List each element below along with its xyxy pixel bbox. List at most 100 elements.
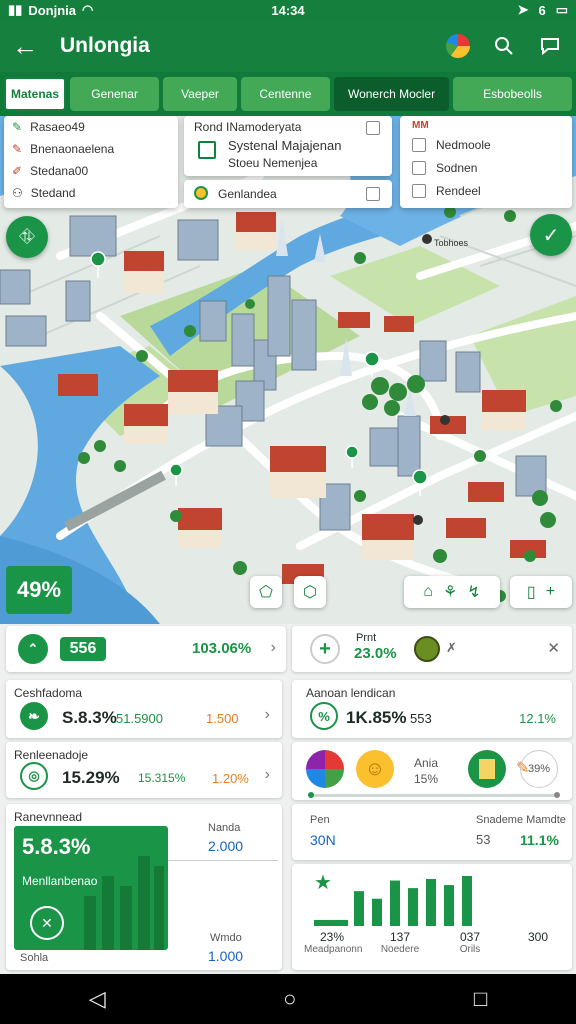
badge-icon	[194, 186, 208, 200]
stat-value: 137	[389, 930, 411, 944]
popup-left-item[interactable]: ✎ Bnenaonaelena	[4, 138, 178, 160]
shield-icon: ⬠	[259, 584, 273, 601]
stat-card-d-v1: 1K.85%	[346, 708, 407, 727]
nav-back-icon[interactable]: ◁	[89, 986, 106, 1012]
edit-icon: ✎	[12, 142, 23, 156]
stat-card-b-v3: 1.20%	[212, 771, 249, 786]
stat-card-d[interactable]: Aanoan lendican % 1K.85% 553 12.1%	[292, 680, 572, 738]
profile-avatar[interactable]	[444, 32, 472, 60]
stat-card-c[interactable]: Ranevnnead Nanda 2.000 Wmdo 1.000 Sohla …	[6, 804, 282, 970]
panel-icon[interactable]: ▯	[527, 582, 536, 602]
stat-card-e-text3: 39%	[527, 763, 551, 775]
map-tool-button-2[interactable]: ⬡	[294, 576, 326, 608]
stat-col-1: 137 Noedere	[372, 930, 428, 955]
tab-esbobeolls[interactable]: Esbobeolls	[453, 77, 572, 111]
nav-home-icon[interactable]: ○	[283, 986, 296, 1012]
summary-value-3: 23.0%	[354, 645, 397, 662]
popup-mid-line1: Systenal Majajenan	[228, 138, 342, 153]
stat-card-b-title: Renleenadoje	[14, 748, 89, 762]
tree-tool-icon[interactable]: ⚘	[443, 582, 457, 602]
popup-mid[interactable]: Rond INamoderyata Systenal Majajenan Sto…	[184, 116, 392, 176]
route-fab[interactable]: ⛗	[6, 216, 48, 258]
chevron-right-icon[interactable]: ›	[265, 706, 270, 724]
people-icon: ⚇	[12, 186, 23, 200]
road-tool-icon[interactable]: ↯	[467, 582, 480, 602]
tab-wonerch-mocler[interactable]: Wonerch Mocler	[334, 77, 450, 111]
tab-vaeper[interactable]: Vaeper	[163, 77, 237, 111]
tab-genenar[interactable]: Genenar	[70, 77, 160, 111]
popup-right-item[interactable]: Nedmoole	[412, 138, 491, 152]
plus-icon[interactable]: +	[546, 583, 555, 601]
tile-value: 5.8.3%	[22, 834, 91, 859]
location-icon: ➤	[517, 2, 529, 17]
chart-bar	[444, 885, 454, 926]
popup-left-item[interactable]: ✐ Stedana00	[4, 160, 178, 182]
summary-card-right[interactable]: + Prnt 23.0% ✗ ✕	[292, 626, 572, 672]
tile-label: Menllanbenao	[22, 874, 98, 888]
stat-value: 23%	[319, 930, 345, 944]
summary-card-left[interactable]: ⌃ 556 103.06% ›	[6, 626, 286, 672]
stat-card-a-title: Ceshfadoma	[14, 686, 83, 700]
check-fab[interactable]: ✓	[530, 214, 572, 256]
stat-card-c-bottom-left: Sohla	[20, 952, 49, 964]
compass-icon: ⌃	[18, 634, 48, 664]
stat-card-a-v2: 51.5900	[116, 711, 163, 726]
progress-track[interactable]	[308, 792, 560, 798]
stat-card-d-v3: 12.1%	[519, 711, 556, 726]
avatar-ball-icon	[446, 34, 470, 58]
medal-avatar	[306, 750, 344, 788]
stat-card-g[interactable]: ★ 23% Meadpanonn 137 Noedere 037 Orils 3…	[292, 864, 572, 970]
close-icon[interactable]: ✕	[547, 639, 560, 657]
target-icon: ◎	[20, 762, 48, 790]
chevron-right-icon[interactable]: ›	[265, 766, 270, 784]
character-avatar	[414, 636, 440, 662]
carrier-name: Donjnia	[28, 2, 76, 18]
chart-bar	[314, 919, 348, 926]
popup-right-item[interactable]: Rendeel	[412, 184, 481, 198]
stat-col-0: 23% Meadpanonn	[304, 930, 362, 955]
stat-card-c-v2: 2.000	[208, 838, 244, 854]
popup-right-item[interactable]: Sodnen	[412, 161, 477, 175]
stat-card-e-text1: Ania	[414, 756, 439, 770]
pencil-icon: ✎	[12, 120, 23, 134]
stat-card-e[interactable]: ☺ Ania 15% ✎ 39%	[292, 742, 572, 800]
tile-action-button[interactable]: ✕	[30, 906, 64, 940]
wifi-icon: ◠	[81, 2, 94, 17]
cross-icon[interactable]: ✗	[446, 640, 457, 656]
system-nav-bar: ◁ ○ □	[0, 974, 576, 1024]
popup-right[interactable]: MM Nedmoole Sodnen Rendeel	[400, 116, 572, 208]
tab-centenne[interactable]: Centenne	[240, 77, 331, 111]
add-icon[interactable]: +	[310, 634, 340, 664]
system-icon	[198, 141, 216, 159]
city-map[interactable]: Tobhoes ✎ Rasaeo49 ✎ Bnenaonaelena ✐ Stedan…	[0, 116, 576, 624]
leaf-icon: ❧	[20, 702, 48, 730]
stat-col-3: 300	[510, 930, 566, 944]
popup-left-item[interactable]: ✎ Rasaeo49	[4, 116, 178, 138]
stats-panel: ⌃ 556 103.06% › + Prnt 23.0% ✗ ✕ Ceshfad…	[0, 624, 576, 974]
signal-icon: ▮▮	[8, 2, 23, 17]
app-bar: ← Unlongia	[0, 20, 576, 72]
stat-card-f[interactable]: Pen 30N Snademe Mamdte 53 11.1%	[292, 804, 572, 860]
stat-card-b[interactable]: Renleenadoje ◎ 15.29% 15.315% 1.20% ›	[6, 742, 282, 798]
tab-matenas[interactable]: Matenas	[4, 77, 66, 111]
popup-mid-footer[interactable]: Genlandea	[184, 180, 392, 208]
back-arrow-icon[interactable]: ←	[12, 31, 48, 62]
map-tool-group[interactable]: ⌂ ⚘ ↯	[404, 576, 500, 608]
divider	[166, 860, 278, 861]
smile-avatar: ☺	[356, 750, 394, 788]
nav-recents-icon[interactable]: □	[474, 986, 487, 1012]
building-icon	[412, 184, 426, 198]
stat-card-a[interactable]: Ceshfadoma ❧ S.8.3% 51.5900 1.500 ›	[6, 680, 282, 738]
map-label-tobhoes[interactable]: Tobhoes	[434, 238, 468, 248]
house-tool-icon[interactable]: ⌂	[423, 583, 433, 601]
chevron-right-icon[interactable]: ›	[271, 639, 276, 657]
map-tool-button-1[interactable]: ⬠	[250, 576, 282, 608]
expand-icon[interactable]	[366, 187, 380, 201]
popup-left-item[interactable]: ⚇ Stedand	[4, 182, 178, 204]
popup-left[interactable]: ✎ Rasaeo49 ✎ Bnenaonaelena ✐ Stedana00 ⚇ Ste…	[4, 116, 178, 208]
highlight-tile[interactable]: 5.8.3% Menllanbenao ✕	[14, 826, 168, 950]
map-add-group[interactable]: ▯ +	[510, 576, 572, 608]
chat-icon[interactable]	[536, 32, 564, 60]
stat-label: Noedere	[380, 944, 420, 955]
search-icon[interactable]	[490, 32, 518, 60]
